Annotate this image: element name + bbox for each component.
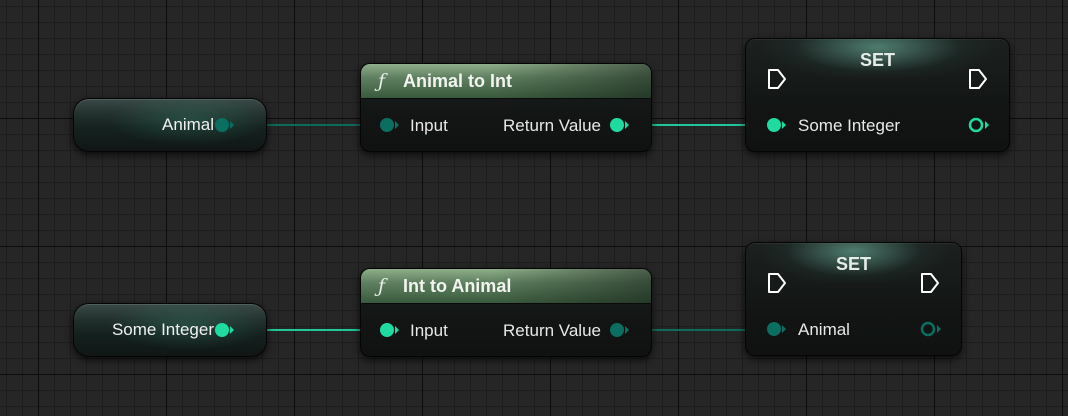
blueprint-graph[interactable]: Animal ƒ Animal to Int Input Return Valu… xyxy=(0,0,1068,416)
pin-label-animal: Animal xyxy=(798,320,850,339)
pin-label-some-integer: Some Integer xyxy=(798,116,901,135)
enum-input-pin-icon[interactable] xyxy=(766,321,788,337)
variable-label: Some Integer xyxy=(111,320,214,339)
exec-input-pin-icon[interactable] xyxy=(766,271,788,295)
set-node-animal[interactable]: SET Animal xyxy=(745,242,962,356)
variable-label: Animal xyxy=(162,115,214,134)
enum-output-pin-icon[interactable] xyxy=(609,322,631,338)
int-input-pin-icon[interactable] xyxy=(379,322,401,338)
exec-output-pin-icon[interactable] xyxy=(967,67,989,91)
input-pin-label: Input xyxy=(410,321,448,340)
int-input-pin-icon[interactable] xyxy=(766,117,788,133)
int-output-pin-icon[interactable] xyxy=(609,117,631,133)
return-value-label: Return Value xyxy=(503,116,601,135)
exec-input-pin-icon[interactable] xyxy=(766,67,788,91)
variable-node-some-integer[interactable]: Some Integer xyxy=(73,303,267,357)
enum-output-pin-hollow-icon[interactable] xyxy=(919,321,943,337)
enum-output-pin-icon[interactable] xyxy=(214,117,236,133)
return-value-label: Return Value xyxy=(503,321,601,340)
function-node-animal-to-int[interactable]: ƒ Animal to Int Input Return Value xyxy=(360,63,652,152)
set-node-some-integer[interactable]: SET Some Integer xyxy=(745,38,1010,152)
input-pin-label: Input xyxy=(410,116,448,135)
function-node-int-to-animal[interactable]: ƒ Int to Animal Input Return Value xyxy=(360,268,652,357)
node-title: Animal to Int xyxy=(403,71,512,91)
int-output-pin-hollow-icon[interactable] xyxy=(967,117,991,133)
variable-node-animal[interactable]: Animal xyxy=(73,98,267,152)
exec-output-pin-icon[interactable] xyxy=(919,271,941,295)
int-output-pin-icon[interactable] xyxy=(214,322,236,338)
node-title: Int to Animal xyxy=(403,276,512,296)
function-icon: ƒ xyxy=(378,275,386,297)
function-icon: ƒ xyxy=(378,70,386,92)
enum-input-pin-icon[interactable] xyxy=(379,117,401,133)
